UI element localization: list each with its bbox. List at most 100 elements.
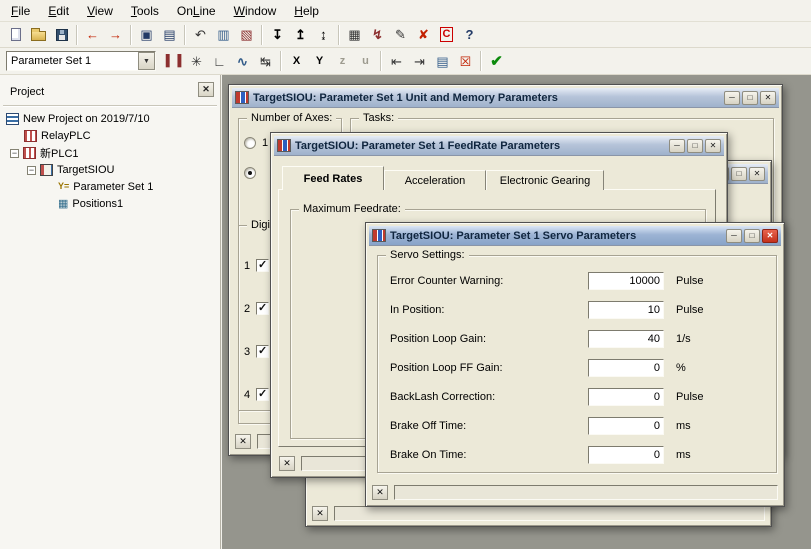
minimize-button[interactable]: ─ xyxy=(724,91,740,105)
menu-file[interactable]: File xyxy=(2,1,39,21)
delete-element-button[interactable]: ✘ xyxy=(412,24,435,46)
ladder-grid-button[interactable]: ▦ xyxy=(343,24,366,46)
tree-item-targetsiou[interactable]: − TargetSIOU xyxy=(0,162,218,178)
close-x-button[interactable]: ✕ xyxy=(372,485,388,500)
close-button[interactable]: ✕ xyxy=(760,91,776,105)
new-file-button[interactable] xyxy=(4,24,27,46)
compile-button[interactable]: C xyxy=(435,24,458,46)
title-bar[interactable]: TargetSIOU: Parameter Set 1 FeedRate Par… xyxy=(274,136,724,156)
transfer-compare-button[interactable]: ↨ xyxy=(312,24,335,46)
transfer-down-button[interactable]: ↧ xyxy=(266,24,289,46)
transfer-up-icon: ↥ xyxy=(295,28,306,41)
tab-label: Electronic Gearing xyxy=(500,175,591,187)
close-button[interactable]: ✕ xyxy=(762,229,778,243)
tree-item-newplc1[interactable]: − 新PLC1 xyxy=(0,145,218,161)
paste-program-button[interactable]: ▤ xyxy=(158,24,181,46)
in-position-field[interactable] xyxy=(588,301,664,319)
checkbox-row-1[interactable]: 1 xyxy=(244,259,269,272)
radio-selected-icon[interactable] xyxy=(244,167,256,179)
axis-x-icon: X xyxy=(293,56,300,67)
plc-icon xyxy=(23,147,36,159)
forward-button[interactable]: → xyxy=(104,24,127,46)
checkbox-row-3[interactable]: 3 xyxy=(244,345,269,358)
checkbox-checked-icon[interactable] xyxy=(256,259,269,272)
apply-button[interactable]: ✔ xyxy=(485,50,508,72)
bar-chart-button[interactable]: ▌▐ xyxy=(162,50,185,72)
panel-close-button[interactable]: ✕ xyxy=(198,82,214,97)
undo-button[interactable]: ↶ xyxy=(189,24,212,46)
error-counter-warning-field[interactable] xyxy=(588,272,664,290)
wave-monitor-button[interactable]: ∿ xyxy=(231,50,254,72)
axis-setup-button[interactable]: ✳ xyxy=(185,50,208,72)
axis-x-button[interactable]: X xyxy=(285,50,308,72)
paste-button[interactable]: ▧ xyxy=(235,24,258,46)
help-button[interactable]: ? xyxy=(458,24,481,46)
close-button[interactable]: ✕ xyxy=(705,139,721,153)
checkbox-checked-icon[interactable] xyxy=(256,345,269,358)
menu-online[interactable]: OnLine xyxy=(168,1,225,21)
position-loop-ff-gain-field[interactable] xyxy=(588,359,664,377)
title-bar[interactable]: TargetSIOU: Parameter Set 1 Unit and Mem… xyxy=(232,88,779,108)
close-x-button[interactable]: ✕ xyxy=(235,434,251,449)
expand-minus-icon[interactable]: − xyxy=(10,149,19,158)
stack-bars-button[interactable]: ▤ xyxy=(431,50,454,72)
menu-window[interactable]: Window xyxy=(225,1,286,21)
close-x-button[interactable]: ✕ xyxy=(279,456,295,471)
copy-button[interactable]: ▥ xyxy=(212,24,235,46)
unit-label: ms xyxy=(676,420,691,432)
position-loop-gain-field[interactable] xyxy=(588,330,664,348)
checkbox-row-2[interactable]: 2 xyxy=(244,302,269,315)
tab-acceleration[interactable]: Acceleration xyxy=(384,170,486,190)
back-button[interactable]: ← xyxy=(81,24,104,46)
brake-off-time-field[interactable] xyxy=(588,417,664,435)
group-label: Number of Axes: xyxy=(247,111,336,125)
brake-on-time-field[interactable] xyxy=(588,446,664,464)
save-button[interactable] xyxy=(50,24,73,46)
chevron-down-icon[interactable]: ▼ xyxy=(138,52,155,70)
jog-right-button[interactable]: ⇥ xyxy=(408,50,431,72)
radio-axes-2[interactable] xyxy=(244,167,256,179)
checkbox-checked-icon[interactable] xyxy=(256,302,269,315)
parameter-set-combobox[interactable]: Parameter Set 1 ▼ xyxy=(6,51,156,71)
clear-table-button[interactable]: ☒ xyxy=(454,50,477,72)
tab-electronic-gearing[interactable]: Electronic Gearing xyxy=(486,170,604,190)
align-axes-button[interactable]: ↹ xyxy=(254,50,277,72)
close-x-button[interactable]: ✕ xyxy=(312,506,328,521)
maximize-button[interactable]: □ xyxy=(742,91,758,105)
minimize-button[interactable]: ─ xyxy=(669,139,685,153)
menu-help[interactable]: Help xyxy=(285,1,328,21)
tree-item-positions1[interactable]: ▦ Positions1 xyxy=(0,196,218,212)
tree-item-parameter-set-1[interactable]: Y= Parameter Set 1 xyxy=(0,179,218,195)
copy-program-button[interactable]: ▣ xyxy=(135,24,158,46)
copy-icon: ▥ xyxy=(217,28,229,41)
axis-y-button[interactable]: Y xyxy=(308,50,331,72)
quick-edit-button[interactable]: ↯ xyxy=(366,24,389,46)
title-bar[interactable]: TargetSIOU: Parameter Set 1 Servo Parame… xyxy=(369,226,781,246)
radio-icon[interactable] xyxy=(244,137,256,149)
minimize-button[interactable]: ─ xyxy=(726,229,742,243)
tab-feed-rates[interactable]: Feed Rates xyxy=(282,166,384,190)
jog-left-button[interactable]: ⇤ xyxy=(385,50,408,72)
close-button[interactable]: ✕ xyxy=(749,167,765,181)
maximize-button[interactable]: □ xyxy=(731,167,747,181)
window-bottom-bar: ✕ xyxy=(372,484,778,501)
maximize-button[interactable]: □ xyxy=(687,139,703,153)
axis-u-button[interactable]: u xyxy=(354,50,377,72)
tree-item-relayplc[interactable]: RelayPLC xyxy=(0,128,218,144)
checkbox-row-4[interactable]: 4 xyxy=(244,388,269,401)
backlash-correction-field[interactable] xyxy=(588,388,664,406)
checkbox-checked-icon[interactable] xyxy=(256,388,269,401)
radio-axes-1[interactable]: 1 xyxy=(244,137,268,149)
transfer-up-button[interactable]: ↥ xyxy=(289,24,312,46)
tree-item-project-root[interactable]: New Project on 2019/7/10 xyxy=(0,111,218,127)
window-icon xyxy=(235,91,249,104)
plot-corner-button[interactable]: ∟ xyxy=(208,50,231,72)
axis-z-button[interactable]: z xyxy=(331,50,354,72)
menu-view[interactable]: View xyxy=(78,1,122,21)
maximize-button[interactable]: □ xyxy=(744,229,760,243)
menu-tools[interactable]: Tools xyxy=(122,1,168,21)
open-button[interactable] xyxy=(27,24,50,46)
expand-minus-icon[interactable]: − xyxy=(27,166,36,175)
edit-pen-button[interactable]: ✎ xyxy=(389,24,412,46)
menu-edit[interactable]: Edit xyxy=(39,1,78,21)
